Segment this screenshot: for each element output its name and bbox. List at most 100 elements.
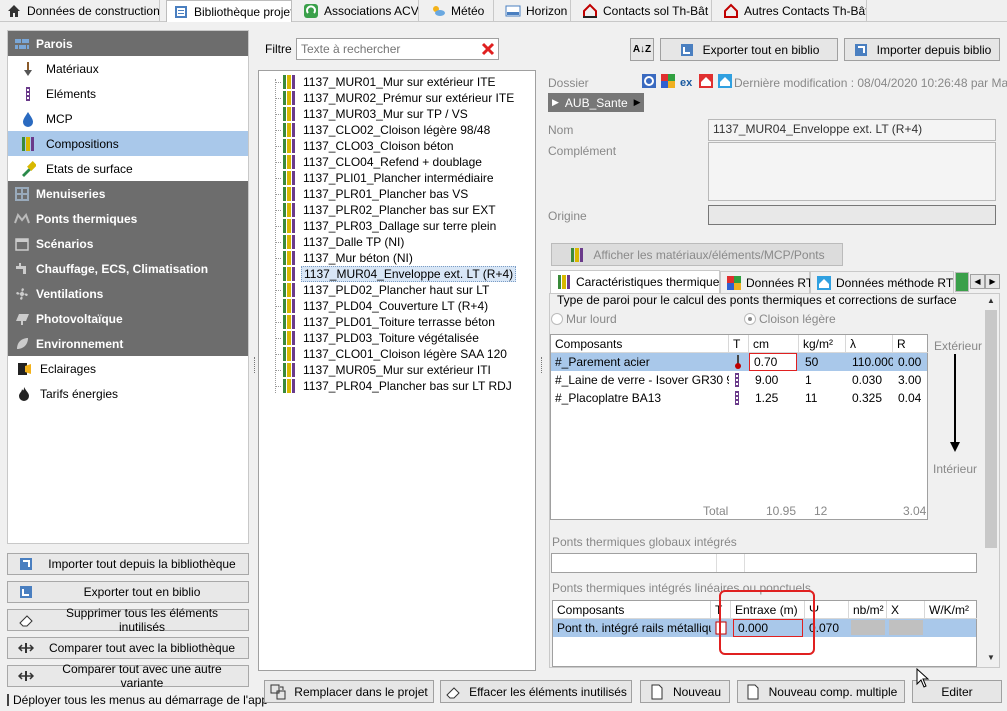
list-item[interactable]: 1137_CLO01_Cloison légère SAA 120 [281, 346, 509, 362]
origine-field[interactable] [708, 205, 996, 225]
splitter-handle[interactable] [254, 357, 256, 373]
menu-ventilations[interactable]: Ventilations [8, 281, 248, 306]
col-header[interactable]: T [729, 335, 749, 353]
list-item-label: 1137_MUR05_Mur sur extérieur ITI [303, 363, 491, 377]
list-item[interactable]: 1137_Dalle TP (NI) [281, 234, 406, 250]
radio-button[interactable] [551, 313, 563, 325]
cell: 1.25 [755, 391, 779, 405]
list-item[interactable]: 1137_PLD04_Couverture LT (R+4) [281, 298, 490, 314]
splitter-handle[interactable] [541, 357, 543, 373]
menu-eclairages[interactable]: Eclairages [8, 356, 248, 381]
replace-in-project-button[interactable]: Remplacer dans le projet [264, 680, 434, 703]
table-row[interactable]: #_Parement acier 0.70 50 110.000 0.00 [551, 353, 927, 371]
menu-chauffage[interactable]: Chauffage, ECS, Climatisation [8, 256, 248, 281]
list-item[interactable]: 1137_PLR04_Plancher bas sur LT RDJ [281, 378, 514, 394]
list-item[interactable]: 1137_Mur béton (NI) [281, 250, 415, 266]
list-item[interactable]: 1137_PLI01_Plancher intermédiaire [281, 170, 496, 186]
list-item[interactable]: 1137_PLD02_Plancher haut sur LT [281, 282, 491, 298]
col-header[interactable]: R [893, 335, 928, 353]
tab-bibliotheque-projet[interactable]: Bibliothèque projet [166, 0, 292, 22]
radio-light-partition[interactable]: Cloison légère [744, 312, 836, 326]
list-item[interactable]: 1137_MUR03_Mur sur TP / VS [281, 106, 470, 122]
menu-parois[interactable]: Parois [8, 31, 248, 56]
composition-list[interactable]: 1137_MUR01_Mur sur extérieur ITE 1137_MUR… [258, 70, 536, 671]
clear-unused-button[interactable]: Effacer les éléments inutilisés [440, 680, 632, 703]
new-multiple-button[interactable]: Nouveau comp. multiple [737, 680, 905, 703]
menu-menuiseries[interactable]: Menuiseries [8, 181, 248, 206]
global-bridges-field[interactable] [551, 553, 977, 573]
col-header[interactable]: Composants [553, 601, 711, 619]
col-header[interactable]: λ [846, 335, 893, 353]
tab-horizon[interactable]: Horizon [499, 0, 571, 21]
export-biblio-button[interactable]: Exporter tout en biblio [660, 38, 838, 61]
menu-materiaux[interactable]: Matériaux [8, 56, 248, 81]
import-all-button[interactable]: Importer tout depuis la bibliothèque [7, 553, 249, 575]
sort-az-button[interactable]: A↓Z [630, 38, 654, 61]
tree-line [275, 79, 276, 393]
content-scrollbar[interactable]: ▲ ▼ [984, 296, 998, 666]
new-button[interactable]: Nouveau [640, 680, 730, 703]
tab-donnees-construction[interactable]: Données de construction [0, 0, 160, 21]
tab-caracteristiques[interactable]: Caractéristiques thermiques [550, 270, 725, 293]
delete-unused-button[interactable]: Supprimer tous les éléments inutilisés [7, 606, 249, 634]
export-all-button[interactable]: Exporter tout en biblio [7, 581, 249, 603]
menu-etats-surface[interactable]: Etats de surface [8, 156, 248, 181]
list-item[interactable]: 1137_CLO04_Refend + doublage [281, 154, 484, 170]
list-item[interactable]: 1137_PLD01_Toiture terrasse béton [281, 314, 497, 330]
chevron-down-icon[interactable]: ▼ [984, 653, 998, 665]
list-item[interactable]: 1137_MUR05_Mur sur extérieur ITI [281, 362, 493, 378]
menu-mcp[interactable]: MCP [8, 106, 248, 131]
clear-filter-icon[interactable] [480, 41, 496, 57]
col-header[interactable]: W/K/m² [925, 601, 977, 619]
components-grid[interactable]: Composants T cm kg/m² λ R #_Parement aci… [550, 334, 928, 520]
folder-breadcrumb[interactable]: ▶ AUB_Sante ▶ [548, 93, 644, 112]
list-item[interactable]: 1137_PLR01_Plancher bas VS [281, 186, 470, 202]
tab-autres-contacts[interactable]: Autres Contacts Th-Bât [717, 0, 867, 21]
list-item[interactable]: 1137_CLO02_Cloison légère 98/48 [281, 122, 492, 138]
col-header[interactable]: nb/m² [849, 601, 887, 619]
menu-environnement[interactable]: Environnement [8, 331, 248, 356]
radio-heavy-wall[interactable]: Mur lourd [551, 312, 617, 326]
list-item[interactable]: 1137_PLD03_Toiture végétalisée [281, 330, 481, 346]
menu-compositions[interactable]: Compositions [8, 131, 248, 156]
tab-donnees-rt[interactable]: Données RT [720, 271, 813, 293]
menu-tarifs[interactable]: Tarifs énergies [8, 381, 248, 406]
deploy-menus-option[interactable]: Déployer tous les menus au démarrage de … [7, 692, 268, 708]
show-materials-button[interactable]: Afficher les matériaux/éléments/MCP/Pont… [551, 243, 843, 266]
menu-ponts-thermiques[interactable]: Ponts thermiques [8, 206, 248, 231]
radio-button-selected[interactable] [744, 313, 756, 325]
tab-scroll-left[interactable]: ◀ [970, 274, 985, 289]
menu-scenarios[interactable]: Scénarios [8, 231, 248, 256]
col-header[interactable]: X [887, 601, 925, 619]
list-item[interactable]: 1137_PLR02_Plancher bas sur EXT [281, 202, 498, 218]
col-header[interactable]: cm [749, 335, 799, 353]
list-item[interactable]: 1137_MUR02_Prémur sur extérieur ITE [281, 90, 516, 106]
col-header[interactable]: Composants [551, 335, 729, 353]
table-row[interactable]: #_Laine de verre - Isover GR30 90 9.00 1… [551, 371, 927, 389]
tab-associations-acv[interactable]: Associations ACV [297, 0, 419, 21]
composition-icon [20, 136, 36, 152]
recycle-icon [303, 3, 319, 19]
chevron-up-icon[interactable]: ▲ [984, 296, 998, 308]
list-item[interactable]: 1137_CLO03_Cloison béton [281, 138, 456, 154]
deploy-checkbox[interactable] [7, 694, 9, 706]
tab-donnees-rts[interactable]: Données méthode RTS [810, 271, 954, 293]
import-biblio-button[interactable]: Importer depuis biblio [844, 38, 1000, 61]
search-input[interactable] [296, 38, 499, 60]
list-item[interactable]: 1137_MUR01_Mur sur extérieur ITE [281, 74, 498, 90]
nom-field[interactable]: 1137_MUR04_Enveloppe ext. LT (R+4) [708, 119, 996, 141]
col-header[interactable]: kg/m² [799, 335, 846, 353]
complement-field[interactable] [708, 142, 996, 201]
list-item[interactable]: 1137_PLR03_Dallage sur terre plein [281, 218, 498, 234]
cm-cell-editing[interactable]: 0.70 [749, 353, 797, 371]
list-item[interactable]: 1137_MUR04_Enveloppe ext. LT (R+4) [281, 266, 517, 282]
menu-photovoltaique[interactable]: Photovoltaïque [8, 306, 248, 331]
compare-variant-button[interactable]: Comparer tout avec une autre variante [7, 662, 249, 690]
compare-library-button[interactable]: Comparer tout avec la bibliothèque [7, 637, 249, 659]
scrollbar-thumb[interactable] [985, 310, 997, 548]
tab-meteo[interactable]: Météo [424, 0, 494, 21]
menu-elements[interactable]: Eléments [8, 81, 248, 106]
table-row[interactable]: #_Placoplatre BA13 1.25 11 0.325 0.04 [551, 389, 927, 407]
tab-contacts-sol[interactable]: Contacts sol Th-Bât [576, 0, 712, 21]
tab-scroll-right[interactable]: ▶ [985, 274, 1000, 289]
